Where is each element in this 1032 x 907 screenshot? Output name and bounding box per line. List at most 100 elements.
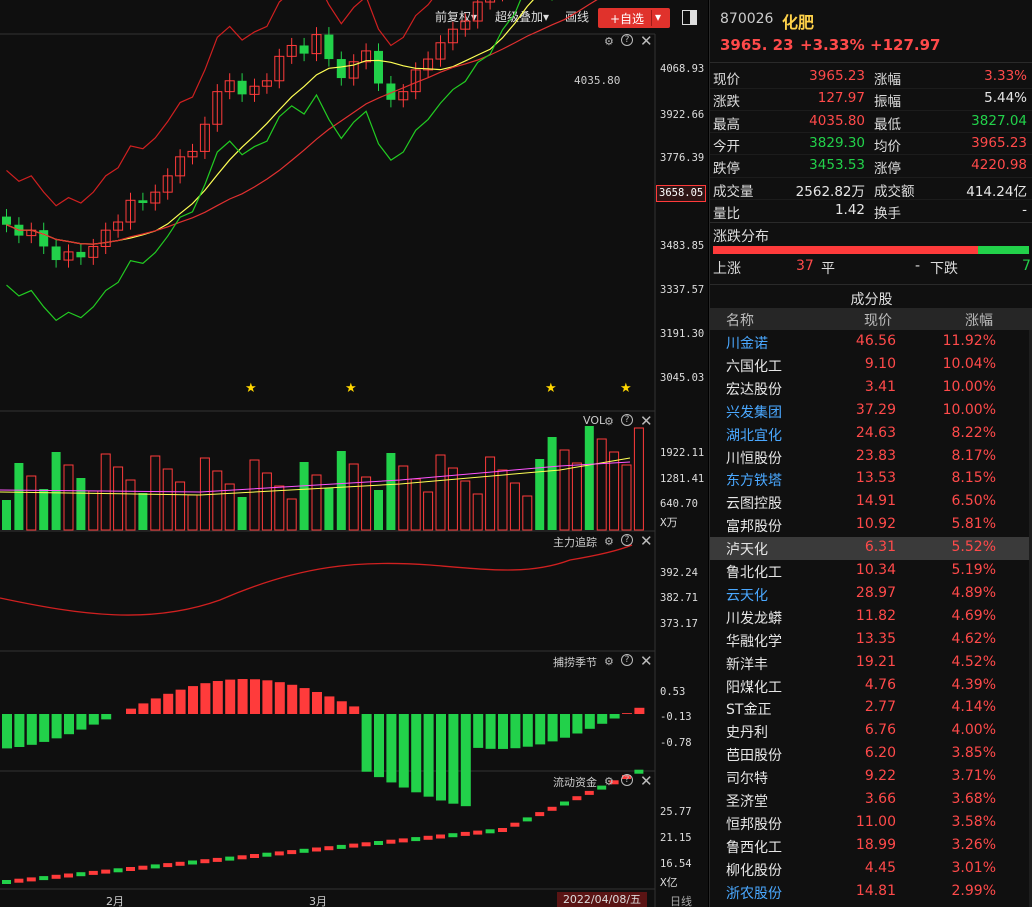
season-bar — [26, 714, 37, 745]
stock-name-cell[interactable]: 浙农股份 — [726, 883, 782, 903]
list-item[interactable]: 川恒股份 23.83 8.17% — [710, 446, 1032, 469]
flow-mark — [287, 850, 297, 855]
settings-icon[interactable]: ⚙ — [604, 775, 614, 788]
stock-name-cell[interactable]: 东方铁塔 — [726, 470, 782, 490]
season-bar — [274, 682, 285, 714]
stock-name-cell[interactable]: 圣济堂 — [726, 791, 768, 811]
stock-pct-cell: 5.19% — [951, 562, 996, 578]
help-icon[interactable]: ? — [621, 774, 633, 786]
quote-value: 414.24亿 — [966, 183, 1027, 200]
stock-name-cell[interactable]: 史丹利 — [726, 722, 768, 742]
chart-area[interactable]: 前复权▾ 超级叠加▾ 画线 +自选 ▾ ★ ★ ★ ★ 4068.93 3922.66 3… — [0, 0, 708, 907]
stock-name-cell[interactable]: 湖北宜化 — [726, 425, 782, 445]
stock-name-cell[interactable]: 川发龙蟒 — [726, 608, 782, 628]
stock-name-cell[interactable]: 云天化 — [726, 585, 768, 605]
stock-pct-cell: 5.81% — [951, 516, 996, 533]
season-bar — [175, 689, 186, 714]
stock-name-cell[interactable]: 恒邦股份 — [726, 814, 782, 834]
stock-name-cell[interactable]: 川恒股份 — [726, 448, 782, 468]
list-item[interactable]: 浙农股份 14.81 2.99% — [710, 881, 1032, 904]
volume-bar — [138, 493, 148, 530]
list-item[interactable]: 圣济堂 3.66 3.68% — [710, 789, 1032, 812]
close-icon[interactable]: ✕ — [640, 652, 653, 670]
volume-bar — [547, 437, 557, 530]
col-name-header[interactable]: 名称 — [726, 310, 754, 330]
list-item[interactable]: 宏达股份 3.41 10.00% — [710, 377, 1032, 400]
flow-mark — [510, 822, 520, 827]
list-item[interactable]: 泸天化 6.31 5.52% — [710, 537, 1032, 561]
flow-mark — [336, 844, 346, 849]
stock-name-cell[interactable]: ST金正 — [726, 699, 771, 719]
season-bar — [473, 714, 484, 748]
list-item[interactable]: 富邦股份 10.92 5.81% — [710, 514, 1032, 537]
stock-name-cell[interactable]: 鲁西化工 — [726, 837, 782, 857]
stock-name-cell[interactable]: 兴发集团 — [726, 402, 782, 422]
list-item[interactable]: 柳化股份 4.45 3.01% — [710, 858, 1032, 881]
stock-name-cell[interactable]: 泸天化 — [726, 539, 768, 559]
stock-pct-cell: 3.26% — [951, 836, 996, 853]
help-icon[interactable]: ? — [621, 34, 633, 46]
list-item[interactable]: 恒邦股份 11.00 3.58% — [710, 812, 1032, 835]
price-tick: 3922.66 — [660, 109, 705, 121]
stock-name-cell[interactable]: 华融化学 — [726, 631, 782, 651]
list-item[interactable]: 阳煤化工 4.76 4.39% — [710, 675, 1032, 698]
stock-pct-cell: 10.04% — [942, 355, 996, 372]
quote-label: 跌停 — [713, 161, 740, 178]
season-bar — [76, 714, 87, 730]
stock-name-cell[interactable]: 鲁北化工 — [726, 562, 782, 582]
stock-pct-cell: 3.85% — [951, 745, 996, 762]
mf-tick: 392.24 — [660, 567, 698, 579]
stock-name-cell[interactable]: 云图控股 — [726, 493, 782, 513]
help-icon[interactable]: ? — [621, 534, 633, 546]
col-pct-header[interactable]: 涨幅 — [965, 310, 993, 330]
list-item[interactable]: 六国化工 9.10 10.04% — [710, 354, 1032, 377]
stock-name-cell[interactable]: 富邦股份 — [726, 516, 782, 536]
volume-bar — [485, 456, 496, 531]
stock-name-cell[interactable]: 新洋丰 — [726, 654, 768, 674]
season-bar — [572, 714, 583, 734]
list-item[interactable]: 川发龙蟒 11.82 4.69% — [710, 606, 1032, 629]
flow-label: 流动资金 — [553, 776, 597, 789]
list-item[interactable]: 兴发集团 37.29 10.00% — [710, 400, 1032, 423]
candle-body — [324, 34, 334, 60]
settings-icon[interactable]: ⚙ — [604, 35, 614, 48]
close-icon[interactable]: ✕ — [640, 32, 653, 50]
list-item[interactable]: 湖北宜化 24.63 8.22% — [710, 423, 1032, 446]
season-bar — [448, 714, 459, 804]
settings-icon[interactable]: ⚙ — [604, 655, 614, 668]
list-item[interactable]: 司尔特 9.22 3.71% — [710, 766, 1032, 789]
close-icon[interactable]: ✕ — [640, 532, 653, 550]
flow-mark — [88, 870, 98, 875]
stock-name-cell[interactable]: 六国化工 — [726, 356, 782, 376]
season-bar — [299, 688, 310, 714]
period-label[interactable]: 日线 — [670, 893, 692, 907]
list-item[interactable]: 史丹利 6.76 4.00% — [710, 720, 1032, 743]
settings-icon[interactable]: ⚙ — [604, 535, 614, 548]
stock-price-cell: 14.81 — [855, 882, 896, 899]
list-item[interactable]: 华融化学 13.35 4.62% — [710, 629, 1032, 652]
list-item[interactable]: 云图控股 14.91 6.50% — [710, 491, 1032, 514]
stock-name-cell[interactable]: 柳化股份 — [726, 860, 782, 880]
col-price-header[interactable]: 现价 — [864, 310, 892, 330]
flow-mark — [411, 837, 421, 842]
help-icon[interactable]: ? — [621, 654, 633, 666]
stock-name-cell[interactable]: 川金诺 — [726, 333, 768, 353]
list-item[interactable]: ST金正 2.77 4.14% — [710, 697, 1032, 720]
stock-name-cell[interactable]: 芭田股份 — [726, 745, 782, 765]
list-item[interactable]: 东方铁塔 13.53 8.15% — [710, 468, 1032, 491]
list-item[interactable]: 新洋丰 19.21 4.52% — [710, 652, 1032, 675]
settings-icon[interactable]: ⚙ — [604, 415, 614, 428]
stock-name-cell[interactable]: 司尔特 — [726, 768, 768, 788]
list-item[interactable]: 鲁西化工 18.99 3.26% — [710, 835, 1032, 858]
close-icon[interactable]: ✕ — [640, 772, 653, 790]
stock-name-cell[interactable]: 宏达股份 — [726, 379, 782, 399]
close-icon[interactable]: ✕ — [640, 412, 653, 430]
flat-count: - — [915, 258, 921, 274]
stock-name-cell[interactable]: 阳煤化工 — [726, 677, 782, 697]
list-item[interactable]: 芭田股份 6.20 3.85% — [710, 743, 1032, 766]
list-item[interactable]: 川金诺 46.56 11.92% — [710, 331, 1032, 354]
help-icon[interactable]: ? — [621, 414, 633, 426]
list-item[interactable]: 云天化 28.97 4.89% — [710, 583, 1032, 606]
quote-value: 3453.53 — [809, 157, 865, 174]
list-item[interactable]: 鲁北化工 10.34 5.19% — [710, 560, 1032, 583]
